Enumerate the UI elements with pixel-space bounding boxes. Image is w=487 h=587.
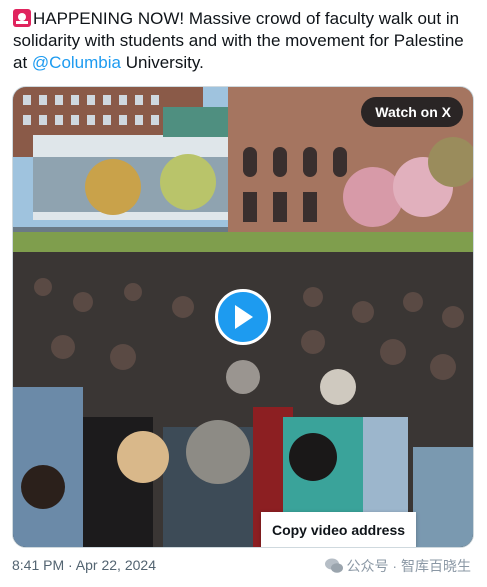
watermark-text: 公众号 · 智库百晓生	[346, 558, 471, 574]
tweet-text: HAPPENING NOW! Massive crowd of faculty …	[13, 8, 475, 74]
play-button[interactable]	[215, 289, 271, 345]
wechat-icon	[324, 558, 343, 573]
tweet-timestamp[interactable]: 8:41 PM · Apr 22, 2024	[12, 557, 156, 573]
play-icon	[235, 305, 253, 329]
watermark: 公众号 · 智库百晓生	[324, 556, 471, 576]
police-car-light-icon	[13, 9, 31, 27]
mention-link[interactable]: @Columbia	[32, 53, 121, 72]
tweet-body-end: University.	[120, 53, 204, 72]
copy-video-address-menu-item[interactable]: Copy video address	[261, 512, 416, 547]
watch-on-x-button[interactable]: Watch on X	[361, 97, 463, 127]
video-player[interactable]: Watch on X Copy video address	[12, 86, 474, 548]
